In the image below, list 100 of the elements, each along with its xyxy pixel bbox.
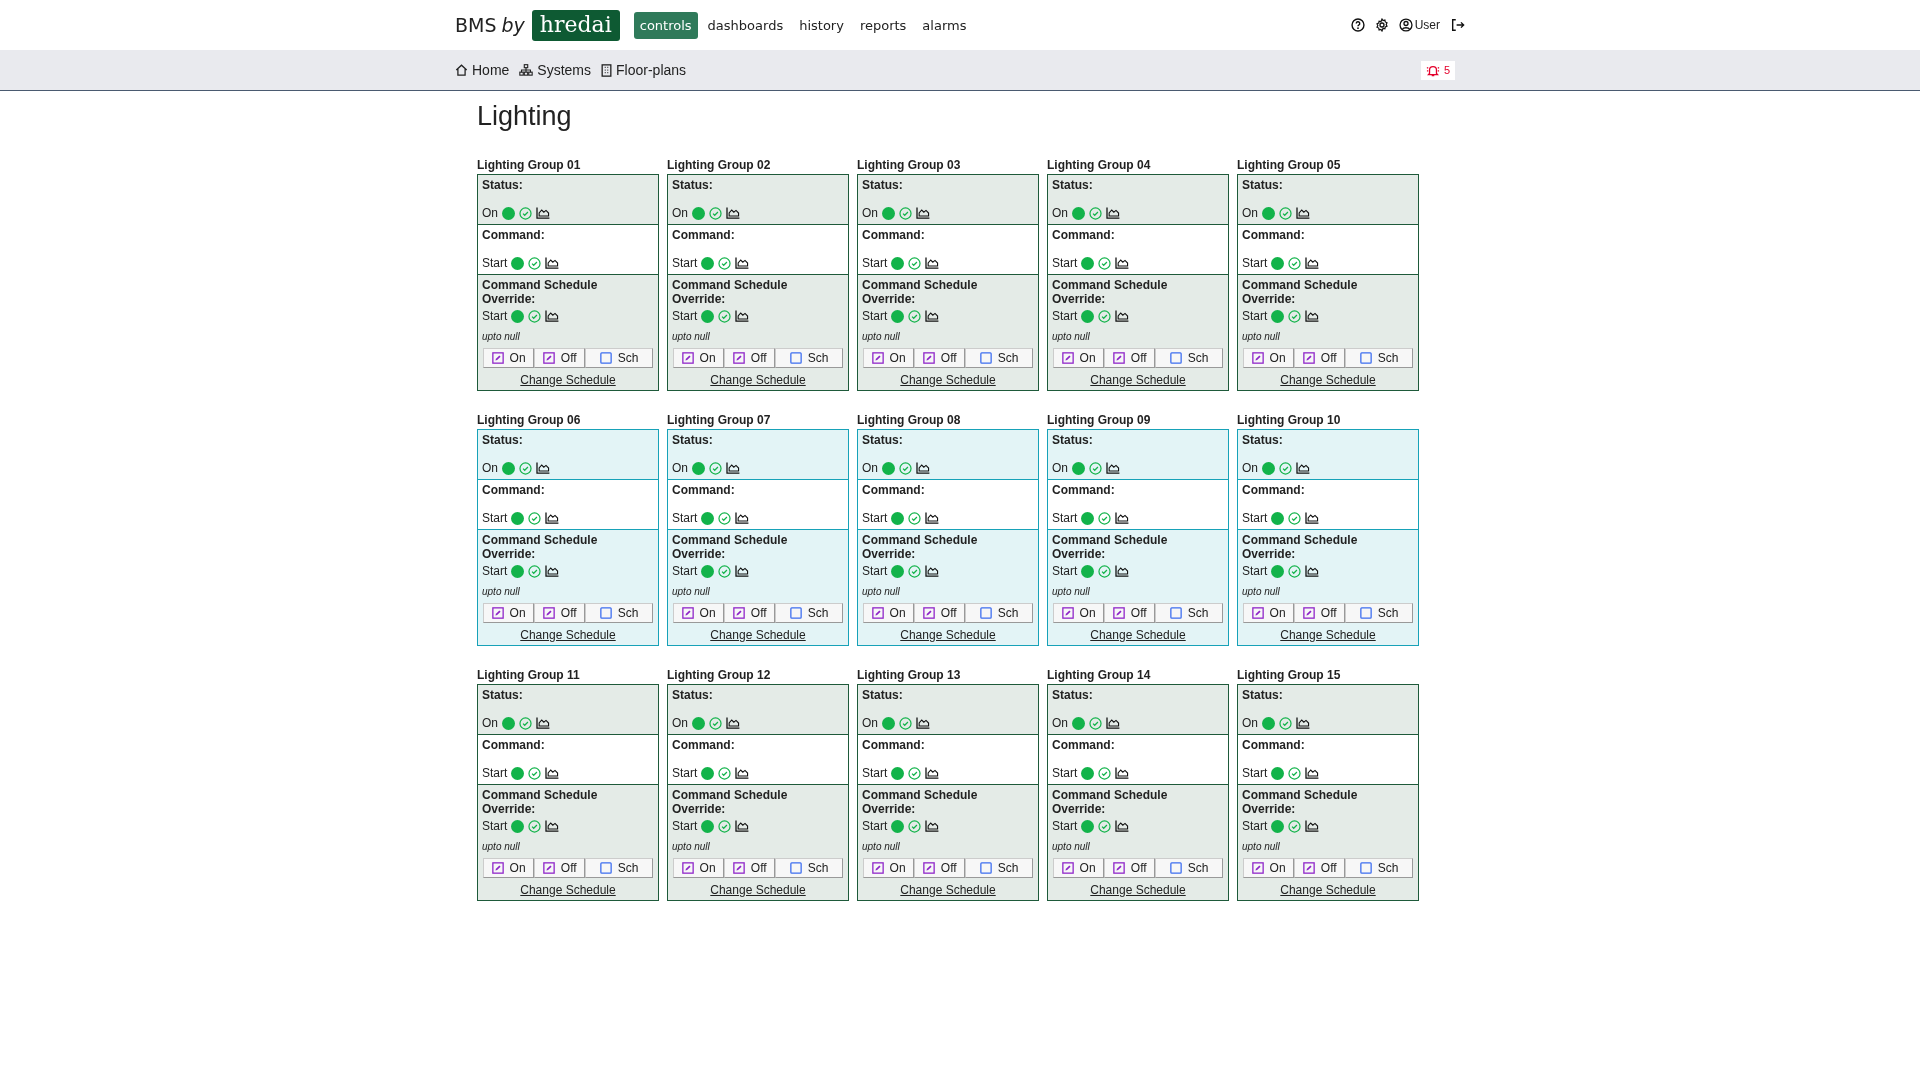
brand-logo[interactable]: hredai	[531, 9, 620, 41]
override-button[interactable]: Sch	[965, 348, 1033, 368]
override-button[interactable]: Sch	[1345, 603, 1413, 623]
change-schedule-link[interactable]: Change Schedule	[900, 883, 996, 897]
check-circle-icon[interactable]	[1288, 511, 1302, 525]
override-button[interactable]: Sch	[775, 603, 843, 623]
check-circle-icon[interactable]	[709, 206, 722, 220]
override-button[interactable]: Off	[1294, 858, 1346, 878]
chart-icon[interactable]	[925, 257, 940, 269]
override-button[interactable]: Sch	[585, 603, 653, 623]
chart-icon[interactable]	[1115, 565, 1130, 577]
check-circle-icon[interactable]	[899, 461, 912, 475]
override-button[interactable]: Off	[534, 603, 586, 623]
override-button[interactable]: Off	[1294, 603, 1346, 623]
override-button[interactable]: On	[483, 858, 535, 878]
chart-icon[interactable]	[735, 767, 750, 779]
chart-icon[interactable]	[925, 512, 940, 524]
override-button[interactable]: On	[863, 858, 915, 878]
override-button[interactable]: Sch	[585, 348, 653, 368]
override-button[interactable]: Off	[1104, 348, 1156, 368]
check-circle-icon[interactable]	[709, 716, 722, 730]
check-circle-icon[interactable]	[1098, 819, 1112, 833]
check-circle-icon[interactable]	[908, 766, 922, 780]
check-circle-icon[interactable]	[1288, 309, 1302, 323]
chart-icon[interactable]	[735, 820, 750, 832]
check-circle-icon[interactable]	[1098, 766, 1112, 780]
override-button[interactable]: Sch	[965, 603, 1033, 623]
check-circle-icon[interactable]	[1098, 309, 1112, 323]
check-circle-icon[interactable]	[528, 309, 542, 323]
chart-icon[interactable]	[1305, 310, 1320, 322]
check-circle-icon[interactable]	[1288, 564, 1302, 578]
change-schedule-link[interactable]: Change Schedule	[900, 628, 996, 642]
chart-icon[interactable]	[1305, 565, 1320, 577]
override-button[interactable]: Sch	[1155, 603, 1223, 623]
override-button[interactable]: Off	[1104, 858, 1156, 878]
override-button[interactable]: Off	[914, 348, 966, 368]
override-button[interactable]: Off	[914, 603, 966, 623]
check-circle-icon[interactable]	[718, 309, 732, 323]
check-circle-icon[interactable]	[908, 511, 922, 525]
chart-icon[interactable]	[735, 310, 750, 322]
check-circle-icon[interactable]	[1098, 564, 1112, 578]
check-circle-icon[interactable]	[1288, 256, 1302, 270]
alarm-badge[interactable]: 5	[1420, 60, 1455, 80]
check-circle-icon[interactable]	[528, 819, 542, 833]
override-button[interactable]: Sch	[965, 858, 1033, 878]
chart-icon[interactable]	[545, 310, 560, 322]
nav-tab[interactable]: controls	[633, 11, 698, 39]
chart-icon[interactable]	[545, 820, 560, 832]
change-schedule-link[interactable]: Change Schedule	[520, 883, 616, 897]
check-circle-icon[interactable]	[908, 309, 922, 323]
override-button[interactable]: On	[1053, 348, 1105, 368]
override-button[interactable]: Sch	[1155, 858, 1223, 878]
override-button[interactable]: On	[1243, 603, 1295, 623]
subnav-link[interactable]: Floor-plans	[601, 62, 687, 78]
override-button[interactable]: On	[483, 603, 535, 623]
chart-icon[interactable]	[1106, 717, 1120, 729]
override-button[interactable]: Off	[724, 348, 776, 368]
change-schedule-link[interactable]: Change Schedule	[1280, 628, 1376, 642]
chart-icon[interactable]	[536, 462, 550, 474]
chart-icon[interactable]	[925, 310, 940, 322]
check-circle-icon[interactable]	[1288, 766, 1302, 780]
check-circle-icon[interactable]	[1089, 716, 1102, 730]
chart-icon[interactable]	[1106, 207, 1120, 219]
nav-tab[interactable]: reports	[853, 11, 913, 39]
chart-icon[interactable]	[726, 207, 740, 219]
chart-icon[interactable]	[916, 462, 930, 474]
chart-icon[interactable]	[916, 207, 930, 219]
override-button[interactable]: On	[673, 603, 725, 623]
override-button[interactable]: Off	[534, 348, 586, 368]
override-button[interactable]: Sch	[1155, 348, 1223, 368]
override-button[interactable]: Off	[534, 858, 586, 878]
chart-icon[interactable]	[1296, 717, 1310, 729]
change-schedule-link[interactable]: Change Schedule	[520, 628, 616, 642]
chart-icon[interactable]	[1305, 820, 1320, 832]
nav-tab[interactable]: dashboards	[701, 11, 790, 39]
change-schedule-link[interactable]: Change Schedule	[710, 373, 806, 387]
change-schedule-link[interactable]: Change Schedule	[900, 373, 996, 387]
help-icon[interactable]	[1350, 18, 1365, 32]
check-circle-icon[interactable]	[1098, 256, 1112, 270]
change-schedule-link[interactable]: Change Schedule	[1090, 373, 1186, 387]
chart-icon[interactable]	[545, 512, 560, 524]
override-button[interactable]: Off	[724, 603, 776, 623]
chart-icon[interactable]	[1115, 310, 1130, 322]
override-button[interactable]: Off	[724, 858, 776, 878]
override-button[interactable]: Off	[1294, 348, 1346, 368]
change-schedule-link[interactable]: Change Schedule	[710, 883, 806, 897]
check-circle-icon[interactable]	[519, 461, 532, 475]
check-circle-icon[interactable]	[528, 766, 542, 780]
override-button[interactable]: On	[483, 348, 535, 368]
chart-icon[interactable]	[916, 717, 930, 729]
override-button[interactable]: On	[673, 858, 725, 878]
chart-icon[interactable]	[1115, 257, 1130, 269]
check-circle-icon[interactable]	[718, 564, 732, 578]
chart-icon[interactable]	[925, 565, 940, 577]
change-schedule-link[interactable]: Change Schedule	[520, 373, 616, 387]
check-circle-icon[interactable]	[528, 511, 542, 525]
override-button[interactable]: On	[863, 348, 915, 368]
change-schedule-link[interactable]: Change Schedule	[710, 628, 806, 642]
logout-icon[interactable]	[1450, 18, 1465, 32]
chart-icon[interactable]	[1115, 767, 1130, 779]
